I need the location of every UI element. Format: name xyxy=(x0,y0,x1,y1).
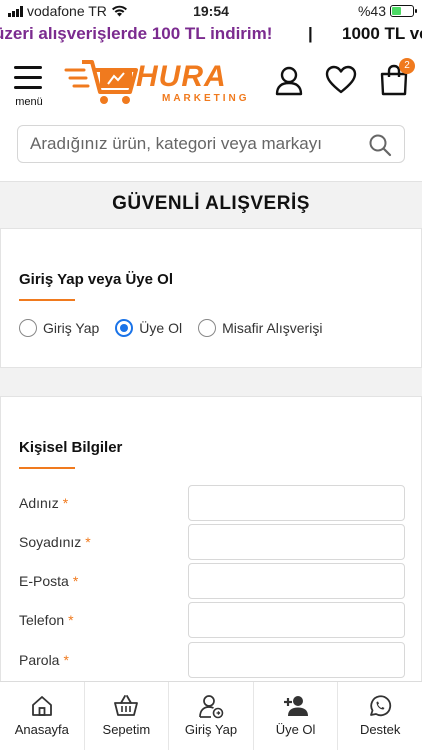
first-name-label: Adınız * xyxy=(19,495,68,511)
promo-text-right: 1000 TL ve xyxy=(342,24,422,43)
radio-circle-selected[interactable] xyxy=(115,319,134,337)
menu-icon-line xyxy=(14,66,42,69)
search-icon[interactable] xyxy=(368,133,392,157)
account-icon[interactable] xyxy=(273,64,305,96)
logo[interactable]: HURA MARKETING xyxy=(64,56,247,106)
login-section-title: Giriş Yap veya Üye Ol xyxy=(19,271,173,288)
promo-separator: | xyxy=(308,24,313,43)
login-choice-card: Giriş Yap veya Üye Ol Giriş Yap Üye Ol M… xyxy=(0,228,422,368)
nav-support[interactable]: Destek xyxy=(338,682,422,750)
nav-login[interactable]: Giriş Yap xyxy=(169,682,254,750)
password-field[interactable] xyxy=(188,642,405,678)
bottom-nav: Anasayfa Sepetim Giriş Yap Üye Ol Destek xyxy=(0,681,422,750)
battery-percent: %43 xyxy=(357,3,386,19)
email-field[interactable] xyxy=(188,563,405,599)
last-name-label-text: Soyadınız xyxy=(19,534,82,550)
radio-guest-label: Misafir Alışverişi xyxy=(222,320,323,336)
nav-login-label: Giriş Yap xyxy=(184,722,238,737)
nav-register-label: Üye Ol xyxy=(275,722,316,737)
promo-text-left: üzeri alışverişlerde 100 TL indirim! xyxy=(0,24,273,43)
personal-info-card: Kişisel Bilgiler Adınız * Soyadınız * E-Po… xyxy=(0,396,422,696)
cart-logo-icon xyxy=(64,60,138,104)
radio-register[interactable]: Üye Ol xyxy=(115,319,182,337)
menu-icon-line xyxy=(14,86,42,89)
logo-text: HURA xyxy=(136,60,227,93)
nav-basket[interactable]: Sepetim xyxy=(85,682,170,750)
required-star: * xyxy=(72,573,79,589)
whatsapp-icon xyxy=(370,695,392,717)
required-star: * xyxy=(62,495,69,511)
required-star: * xyxy=(63,652,69,668)
page: vodafone TR 19:54 %43 üzeri alışverişler… xyxy=(0,0,422,750)
radio-login[interactable]: Giriş Yap xyxy=(19,319,99,337)
phone-field[interactable] xyxy=(188,602,405,638)
last-name-label: Soyadınız * xyxy=(19,534,91,550)
promo-banner[interactable]: üzeri alışverişlerde 100 TL indirim! | 1… xyxy=(0,22,422,48)
status-bar: vodafone TR 19:54 %43 xyxy=(0,0,422,22)
nav-register[interactable]: Üye Ol xyxy=(254,682,339,750)
radio-login-label: Giriş Yap xyxy=(43,320,100,336)
radio-circle[interactable] xyxy=(19,319,37,337)
basket-icon xyxy=(114,695,139,716)
nav-home-label: Anasayfa xyxy=(14,722,69,737)
phone-label-text: Telefon xyxy=(19,612,65,628)
nav-home[interactable]: Anasayfa xyxy=(0,682,85,750)
section-underline xyxy=(19,299,75,301)
cart-count-badge: 2 xyxy=(399,58,415,74)
required-star: * xyxy=(85,534,91,550)
user-login-icon xyxy=(199,695,224,719)
nav-support-label: Destek xyxy=(359,722,401,737)
last-name-field[interactable] xyxy=(188,524,405,560)
favorites-heart-icon[interactable] xyxy=(325,64,357,96)
required-star: * xyxy=(68,612,74,628)
phone-label: Telefon * xyxy=(19,612,74,628)
email-label-text: E-Posta xyxy=(19,573,69,589)
menu-icon-line xyxy=(14,76,42,79)
menu-label: menü xyxy=(15,96,43,108)
logo-subtitle: MARKETING xyxy=(162,93,250,104)
radio-circle[interactable] xyxy=(198,319,217,337)
radio-register-label: Üye Ol xyxy=(139,320,183,336)
home-icon xyxy=(31,696,52,716)
radio-guest[interactable]: Misafir Alışverişi xyxy=(198,319,322,337)
password-label: Parola * xyxy=(19,652,69,668)
status-right: %43 xyxy=(357,3,417,19)
search-bar xyxy=(17,125,405,163)
first-name-label-text: Adınız xyxy=(19,495,59,511)
page-title: GÜVENLİ ALIŞVERİŞ xyxy=(112,193,310,214)
first-name-field[interactable] xyxy=(188,485,405,521)
user-add-icon xyxy=(283,696,308,716)
search-input[interactable] xyxy=(30,126,360,162)
header: menü HURA MARKETING 2 Aradığınız ürün, k… xyxy=(0,48,422,182)
menu-button[interactable]: menü xyxy=(12,66,46,110)
personal-section-title: Kişisel Bilgiler xyxy=(19,439,123,456)
battery-icon xyxy=(390,5,417,17)
password-label-text: Parola xyxy=(19,652,60,668)
nav-basket-label: Sepetim xyxy=(102,722,151,737)
login-options: Giriş Yap Üye Ol Misafir Alışverişi xyxy=(19,319,338,337)
email-label: E-Posta * xyxy=(19,573,78,589)
section-underline xyxy=(19,467,75,469)
